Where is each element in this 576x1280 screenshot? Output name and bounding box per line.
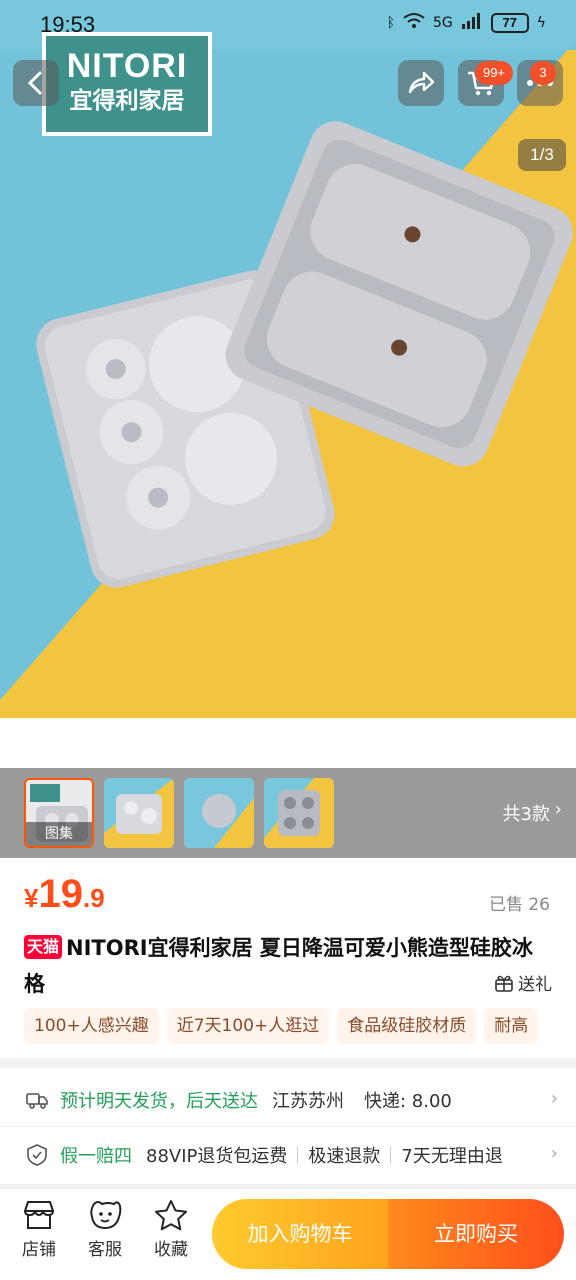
feature-tag: 耐高 (484, 1008, 539, 1044)
gift-label: 送礼 (518, 975, 552, 995)
service-item: 7天无理由退 (401, 1145, 503, 1167)
shipping-fee: 快递: 8.00 (364, 1091, 452, 1112)
customer-service-button[interactable]: 客服 (80, 1199, 130, 1260)
price-currency: ¥ (24, 883, 39, 913)
bottom-action-bar: 店铺 客服 收藏 加入购物车 立即购买 (0, 1188, 576, 1280)
network-label: 5G (432, 15, 453, 31)
variant-thumbnail-strip: 图集 共3款 › (0, 768, 576, 858)
chevron-right-icon: › (554, 799, 562, 820)
share-button[interactable] (398, 60, 444, 106)
chevron-right-icon: › (544, 1088, 558, 1109)
brand-logo-latin: NITORI (66, 47, 188, 85)
hero-spacer (0, 718, 576, 768)
wifi-icon (403, 12, 425, 34)
price: ¥19.9 (24, 872, 105, 917)
feature-tags: 100+人感兴趣 近7天100+人逛过 食品级硅胶材质 耐高 (24, 1008, 576, 1044)
sold-count: 已售 26 (488, 895, 550, 915)
thumbnail-image (264, 778, 334, 848)
chevron-right-icon: › (544, 1143, 558, 1164)
truck-icon (26, 1093, 48, 1109)
guarantee-label: 假一赔四 (60, 1145, 132, 1167)
star-icon (155, 1200, 187, 1231)
guarantee-row[interactable]: 假一赔四 88VIP退货包运费 极速退款 7天无理由退 › (0, 1126, 576, 1182)
charging-icon: ϟ (536, 15, 546, 31)
status-bar: 19:53 ᛒ 5G 77 ϟ (0, 0, 576, 50)
share-icon (408, 71, 435, 94)
buy-now-button[interactable]: 立即购买 (388, 1199, 564, 1269)
store-label: 店铺 (22, 1240, 56, 1260)
service-item: 极速退款 (308, 1145, 381, 1167)
store-button[interactable]: 店铺 (14, 1199, 64, 1260)
product-page: 19:53 ᛒ 5G 77 ϟ NITORI 宜得利家居 99+ 3 1/3 图… (0, 0, 576, 1280)
bluetooth-icon: ᛒ (386, 15, 395, 31)
signal-icon (461, 12, 483, 34)
variant-count-link[interactable]: 共3款 (503, 800, 550, 826)
thumbnail-label: 图集 (26, 822, 92, 846)
chevron-left-icon (27, 71, 42, 95)
thumbnail-image (104, 778, 174, 848)
thumbnail-image (184, 778, 254, 848)
store-icon (24, 1201, 54, 1229)
ship-origin: 江苏苏州 (272, 1091, 344, 1112)
shield-check-icon (27, 1143, 47, 1166)
customer-service-label: 客服 (88, 1240, 122, 1260)
separator (297, 1145, 299, 1164)
cart-count-badge: 99+ (475, 61, 513, 85)
customer-service-icon (90, 1201, 122, 1230)
feature-tag: 近7天100+人逛过 (166, 1008, 330, 1044)
message-count-badge: 3 (530, 61, 556, 85)
feature-tag: 100+人感兴趣 (24, 1008, 159, 1044)
price-integer: 19 (38, 872, 83, 916)
thumbnail-variant-2[interactable] (184, 778, 254, 848)
gift-button[interactable]: 送礼 (494, 970, 552, 995)
image-page-indicator: 1/3 (518, 139, 566, 171)
product-info-card: ¥19.9 已售 26 天猫 NITORI宜得利家居 夏日降温可爱小熊造型硅胶冰格… (0, 858, 576, 1058)
price-decimal: .9 (82, 883, 105, 913)
shipping-row[interactable]: 预计明天发货，后天送达 江苏苏州 快递: 8.00 › (0, 1072, 576, 1128)
thumbnail-gallery[interactable]: 图集 (24, 778, 94, 848)
separator (390, 1145, 392, 1164)
shipping-estimate: 预计明天发货，后天送达 (60, 1091, 258, 1112)
brand-logo-chinese: 宜得利家居 (69, 88, 185, 114)
product-hero-image[interactable]: 19:53 ᛒ 5G 77 ϟ NITORI 宜得利家居 99+ 3 1/3 (0, 0, 576, 768)
favorite-button[interactable]: 收藏 (146, 1199, 196, 1260)
status-icons: ᛒ 5G 77 ϟ (387, 12, 546, 34)
product-title-text: NITORI宜得利家居 夏日降温可爱小熊造型硅胶冰格 (24, 936, 533, 996)
service-item: 88VIP退货包运费 (146, 1145, 288, 1167)
back-button[interactable] (13, 60, 59, 106)
favorite-label: 收藏 (154, 1240, 188, 1260)
status-time: 19:53 (40, 12, 96, 37)
product-title: 天猫 NITORI宜得利家居 夏日降温可爱小熊造型硅胶冰格 (24, 930, 544, 1002)
add-to-cart-button[interactable]: 加入购物车 (212, 1199, 388, 1269)
tmall-badge: 天猫 (24, 935, 63, 959)
battery-icon: 77 (490, 13, 529, 33)
thumbnail-variant-1[interactable] (104, 778, 174, 848)
feature-tag: 食品级硅胶材质 (337, 1008, 477, 1044)
service-card: 预计明天发货，后天送达 江苏苏州 快递: 8.00 › 假一赔四 88VIP退货… (0, 1068, 576, 1184)
gift-icon (495, 975, 513, 992)
thumbnail-variant-3[interactable] (264, 778, 334, 848)
